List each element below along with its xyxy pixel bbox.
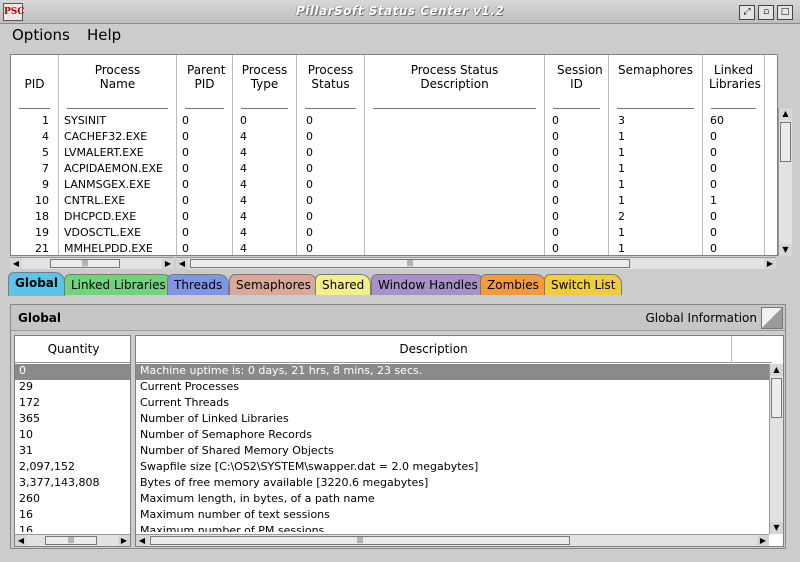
list-item[interactable]: Bytes of free memory available [3220.6 m…	[136, 476, 428, 492]
maximize-restore-button[interactable]: ⤢	[739, 5, 755, 20]
quantity-header[interactable]: Quantity	[15, 336, 130, 363]
list-item[interactable]: Current Threads	[136, 396, 229, 412]
header-parent-pid[interactable]: Parent PID	[177, 55, 233, 113]
description-header-filler	[732, 336, 772, 363]
list-item[interactable]: 3,377,143,808	[15, 476, 99, 492]
window-title: PillarSoft Status Center v1.2	[295, 4, 505, 18]
scroll-down-arrow-icon[interactable]: ▼	[770, 522, 783, 534]
table-row[interactable]: 10 CNTRL.EXE 0 4 0 0 1 1	[11, 193, 777, 209]
header-linked-libraries[interactable]: Linked Libraries	[703, 55, 765, 113]
header-threads[interactable]: Th	[765, 55, 777, 113]
table-row[interactable]: 1 SYSINIT 0 0 0 0 3 60	[11, 113, 777, 129]
scroll-thumb[interactable]: |||	[45, 536, 97, 545]
list-item[interactable]: Maximum length, in bytes, of a path name	[136, 492, 375, 508]
minimize-button[interactable]: ▫	[758, 5, 774, 20]
scroll-right-arrow-icon[interactable]: ▶	[764, 258, 776, 269]
process-vertical-scrollbar[interactable]: ▲ ▼	[778, 108, 792, 256]
scroll-left-arrow-icon[interactable]: ◀	[15, 535, 27, 546]
tab-zombies[interactable]: Zombies	[480, 274, 546, 295]
list-item[interactable]: 260	[15, 492, 40, 508]
table-row[interactable]: 9 LANMSGEX.EXE 0 4 0 0 1 0	[11, 177, 777, 193]
list-item[interactable]: Swapfile size [C:\OS2\SYSTEM\swapper.dat…	[136, 460, 478, 476]
scroll-right-arrow-icon[interactable]: ▶	[118, 535, 130, 546]
description-header[interactable]: Description	[136, 336, 732, 363]
scroll-down-arrow-icon[interactable]: ▼	[779, 244, 792, 256]
quantity-column: Quantity 0 29 172 365 10 31 2,097,152 3,…	[14, 335, 131, 547]
menu-help[interactable]: Help	[87, 26, 121, 44]
list-item[interactable]: Current Processes	[136, 380, 239, 396]
scroll-thumb[interactable]	[780, 122, 791, 162]
list-item[interactable]: Machine uptime is: 0 days, 21 hrs, 8 min…	[136, 364, 769, 380]
header-process-status[interactable]: Process Status	[297, 55, 365, 113]
table-row[interactable]: 18 DHCPCD.EXE 0 4 0 0 2 0	[11, 209, 777, 225]
process-table-body: 1 SYSINIT 0 0 0 0 3 60 4 CACHEF32.EXE 0 …	[11, 113, 777, 255]
tab-switch-list[interactable]: Switch List	[544, 274, 623, 295]
page-corner-icon[interactable]	[761, 307, 783, 329]
tab-semaphores[interactable]: Semaphores	[229, 274, 318, 295]
scroll-up-arrow-icon[interactable]: ▲	[770, 364, 783, 376]
list-item[interactable]: 16	[15, 508, 33, 524]
global-panel: Global Global Information Quantity 0 29 …	[10, 304, 786, 549]
list-item[interactable]: Maximum number of PM sessions	[136, 524, 324, 532]
list-item[interactable]: 16	[15, 524, 33, 532]
scroll-thumb[interactable]: |||	[150, 536, 570, 545]
title-bar: PSC PillarSoft Status Center v1.2 ⤢ ▫ □	[0, 0, 800, 24]
description-horizontal-scrollbar[interactable]: ◀ ||| ▶	[136, 534, 769, 546]
scroll-thumb[interactable]: |||	[50, 259, 120, 268]
table-row[interactable]: 21 MMHELPDD.EXE 0 4 0 0 1 0	[11, 241, 777, 255]
quantity-horizontal-scrollbar[interactable]: ◀ ||| ▶	[15, 534, 130, 546]
tab-global[interactable]: Global	[8, 272, 66, 296]
list-item[interactable]: 2,097,152	[15, 460, 75, 476]
global-title: Global	[18, 311, 62, 325]
header-process-name[interactable]: Process Name	[59, 55, 177, 113]
scroll-thumb[interactable]	[771, 378, 782, 418]
close-button[interactable]: □	[777, 5, 793, 20]
header-process-type[interactable]: Process Type	[233, 55, 297, 113]
global-panel-header: Global Global Information	[11, 305, 785, 331]
table-row[interactable]: 5 LVMALERT.EXE 0 4 0 0 1 0	[11, 145, 777, 161]
list-item[interactable]: 29	[15, 380, 33, 396]
table-row[interactable]: 19 VDOSCTL.EXE 0 4 0 0 1 0	[11, 225, 777, 241]
process-table: PID Process Name Parent PID Process Type…	[10, 54, 778, 256]
tab-shared[interactable]: Shared	[315, 274, 372, 295]
header-semaphores[interactable]: Semaphores	[609, 55, 703, 113]
list-item[interactable]: Maximum number of text sessions	[136, 508, 330, 524]
scroll-up-arrow-icon[interactable]: ▲	[779, 108, 792, 120]
table-row[interactable]: 7 ACPIDAEMON.EXE 0 4 0 0 1 0	[11, 161, 777, 177]
scroll-thumb[interactable]: |||	[190, 259, 630, 268]
list-item[interactable]: Number of Semaphore Records	[136, 428, 312, 444]
table-row[interactable]: 4 CACHEF32.EXE 0 4 0 0 1 0	[11, 129, 777, 145]
list-item[interactable]: 0	[15, 364, 130, 380]
menu-options[interactable]: Options	[12, 26, 70, 44]
scroll-left-arrow-icon[interactable]: ◀	[176, 258, 188, 269]
process-horizontal-scrollbar[interactable]: ◀ ||| ▶	[176, 257, 776, 269]
header-process-status-description[interactable]: Process Status Description	[365, 55, 545, 113]
scroll-left-arrow-icon[interactable]: ◀	[136, 535, 148, 546]
list-item[interactable]: Number of Linked Libraries	[136, 412, 289, 428]
tab-bar: Global Linked Libraries Threads Semaphor…	[6, 272, 786, 296]
tab-linked-libraries[interactable]: Linked Libraries	[64, 274, 173, 295]
process-name-horizontal-scrollbar[interactable]: ◀ ||| ▶	[10, 257, 174, 269]
list-item[interactable]: Number of Shared Memory Objects	[136, 444, 334, 460]
process-table-header: PID Process Name Parent PID Process Type…	[11, 55, 777, 113]
description-column: Description Machine uptime is: 0 days, 2…	[135, 335, 784, 547]
header-pid[interactable]: PID	[11, 55, 59, 113]
tab-threads[interactable]: Threads	[167, 274, 230, 295]
header-session-id[interactable]: Session ID	[545, 55, 609, 113]
scroll-right-arrow-icon[interactable]: ▶	[162, 258, 174, 269]
list-item[interactable]: 365	[15, 412, 40, 428]
scroll-right-arrow-icon[interactable]: ▶	[757, 535, 769, 546]
list-item[interactable]: 10	[15, 428, 33, 444]
global-information-label: Global Information	[645, 311, 757, 325]
menu-bar: Options Help	[0, 24, 800, 46]
list-item[interactable]: 172	[15, 396, 40, 412]
description-vertical-scrollbar[interactable]: ▲ ▼	[769, 364, 783, 534]
tab-window-handles[interactable]: Window Handles	[371, 274, 485, 295]
list-item[interactable]: 31	[15, 444, 33, 460]
scroll-left-arrow-icon[interactable]: ◀	[10, 258, 22, 269]
